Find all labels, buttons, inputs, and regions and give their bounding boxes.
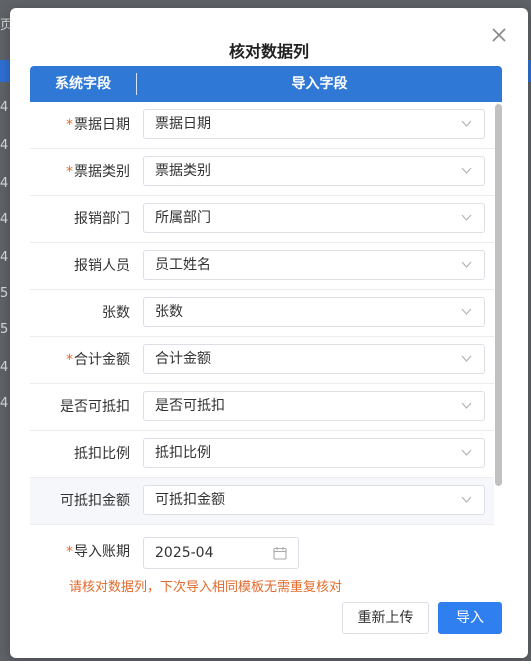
import-field-value: 抵扣比例 (155, 445, 211, 461)
chevron-down-icon (461, 495, 472, 504)
system-field-text: 报销人员 (74, 258, 130, 274)
required-mark: * (66, 544, 73, 560)
system-field-text: 抵扣比例 (74, 446, 130, 462)
import-field-select[interactable]: 是否可抵扣 (143, 391, 485, 421)
import-field-select[interactable]: 可抵扣金额 (143, 485, 485, 515)
import-field-select[interactable]: 合计金额 (143, 344, 485, 374)
chevron-down-icon (461, 307, 472, 316)
background-text: 5 (0, 286, 9, 301)
mapping-row: 报销人员 员工姓名 (30, 243, 494, 290)
system-field-label: *票据类别 (30, 149, 130, 195)
chevron-down-icon (461, 448, 472, 457)
calendar-icon (273, 546, 287, 560)
background-text: 4 (0, 176, 9, 191)
import-field-value: 是否可抵扣 (155, 398, 225, 414)
verify-tip-text: 请核对数据列，下次导入相同模板无需重复核对 (69, 580, 343, 595)
import-period-label-text: 导入账期 (74, 544, 130, 560)
import-field-select[interactable]: 员工姓名 (143, 250, 485, 280)
system-field-label: 张数 (30, 290, 130, 336)
chevron-down-icon (461, 354, 472, 363)
system-field-text: 报销部门 (74, 211, 130, 227)
required-mark: * (66, 352, 73, 368)
chevron-down-icon (461, 401, 472, 410)
import-field-value: 所属部门 (155, 210, 211, 226)
system-field-label: 抵扣比例 (30, 431, 130, 477)
import-period-picker[interactable]: 2025-04 (143, 537, 299, 569)
verify-columns-dialog: 核对数据列 系统字段 导入字段 *票据日期 票据日期 *票据类别 票据类别 报销… (10, 8, 528, 658)
background-text: 4 (0, 138, 9, 153)
background-text: 4 (0, 250, 9, 265)
mapping-row: *票据日期 票据日期 (30, 102, 494, 149)
chevron-down-icon (461, 119, 472, 128)
background-text: 5 (0, 322, 9, 337)
system-field-label: 是否可抵扣 (30, 384, 130, 430)
background-text: 4 (0, 396, 9, 411)
mapping-rows: *票据日期 票据日期 *票据类别 票据类别 报销部门 所属部门 报销人员 员工姓… (30, 102, 494, 526)
system-field-text: 张数 (102, 305, 130, 321)
import-field-value: 张数 (155, 304, 183, 320)
system-field-label: 报销人员 (30, 243, 130, 289)
import-period-label: *导入账期 (30, 537, 130, 567)
chevron-down-icon (461, 260, 472, 269)
mapping-row: 张数 张数 (30, 290, 494, 337)
import-field-value: 票据日期 (155, 116, 211, 132)
background-header-bar (0, 60, 10, 82)
system-field-text: 票据类别 (74, 164, 130, 180)
mapping-row: *合计金额 合计金额 (30, 337, 494, 384)
required-mark: * (66, 164, 73, 180)
background-text: 4 (0, 360, 9, 375)
close-icon (492, 28, 506, 42)
chevron-down-icon (461, 166, 472, 175)
system-field-text: 票据日期 (74, 117, 130, 133)
system-field-text: 是否可抵扣 (60, 399, 130, 415)
background-text: 4 (0, 212, 9, 227)
system-field-label: *票据日期 (30, 102, 130, 148)
import-field-select[interactable]: 张数 (143, 297, 485, 327)
reupload-button[interactable]: 重新上传 (342, 602, 429, 634)
system-field-label: 报销部门 (30, 196, 130, 242)
system-field-text: 合计金额 (74, 352, 130, 368)
table-header: 系统字段 导入字段 (30, 66, 502, 102)
import-field-value: 合计金额 (155, 351, 211, 367)
import-button[interactable]: 导入 (438, 602, 502, 634)
scrollbar-thumb[interactable] (495, 104, 502, 486)
system-field-text: 可抵扣金额 (60, 493, 130, 509)
import-field-value: 票据类别 (155, 163, 211, 179)
import-period-value: 2025-04 (155, 545, 214, 561)
background-text: 4 (0, 100, 9, 115)
mapping-row: *票据类别 票据类别 (30, 149, 494, 196)
dialog-title: 核对数据列 (228, 42, 309, 61)
mapping-row: 报销部门 所属部门 (30, 196, 494, 243)
import-field-select[interactable]: 所属部门 (143, 203, 485, 233)
mapping-row: 可抵扣金额 可抵扣金额 (30, 478, 494, 525)
header-import-field: 导入字段 (291, 76, 348, 92)
import-field-select[interactable]: 抵扣比例 (143, 438, 485, 468)
import-field-value: 可抵扣金额 (155, 492, 225, 508)
header-system-field: 系统字段 (55, 76, 111, 92)
mapping-row: 抵扣比例 抵扣比例 (30, 431, 494, 478)
required-mark: * (66, 117, 73, 133)
system-field-label: 可抵扣金额 (30, 478, 130, 524)
mapping-row: 是否可抵扣 是否可抵扣 (30, 384, 494, 431)
import-field-select[interactable]: 票据类别 (143, 156, 485, 186)
system-field-label: *合计金额 (30, 337, 130, 383)
import-field-value: 员工姓名 (155, 257, 211, 273)
chevron-down-icon (461, 213, 472, 222)
close-button[interactable] (490, 26, 508, 44)
import-field-select[interactable]: 票据日期 (143, 109, 485, 139)
